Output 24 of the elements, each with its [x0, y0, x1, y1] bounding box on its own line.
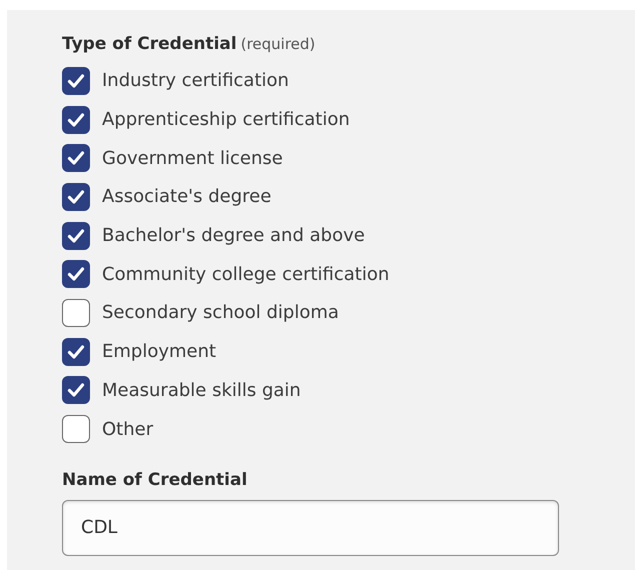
checkbox-label[interactable]: Bachelor's degree and above [102, 222, 365, 250]
checkbox[interactable] [62, 106, 90, 134]
checkbox[interactable] [62, 298, 90, 327]
checkbox[interactable] [62, 260, 90, 288]
checkbox-label[interactable]: Secondary school diploma [102, 299, 339, 326]
checkbox-label[interactable]: Government license [102, 144, 283, 172]
required-note: (required) [240, 35, 316, 53]
checkbox[interactable] [62, 415, 90, 444]
checkbox-label[interactable]: Measurable skills gain [102, 376, 301, 404]
checkbox-label[interactable]: Other [102, 416, 154, 443]
checkbox[interactable] [62, 376, 90, 404]
credential-name-field[interactable]: CDL [62, 500, 559, 556]
checkbox[interactable] [62, 338, 90, 366]
checkbox[interactable] [62, 222, 90, 250]
checkbox[interactable] [62, 66, 90, 95]
checkbox-label[interactable]: Industry certification [102, 67, 289, 94]
checkbox-label[interactable]: Employment [102, 338, 216, 366]
field-label: Name of Credential [62, 469, 248, 492]
checkbox-label[interactable]: Associate's degree [102, 183, 272, 210]
checkbox-label[interactable]: Apprenticeship certification [102, 106, 350, 134]
field-label: Type of Credential [62, 34, 237, 54]
checkbox-label[interactable]: Community college certification [102, 260, 390, 288]
checkbox[interactable] [62, 182, 90, 211]
checkbox[interactable] [62, 144, 90, 172]
